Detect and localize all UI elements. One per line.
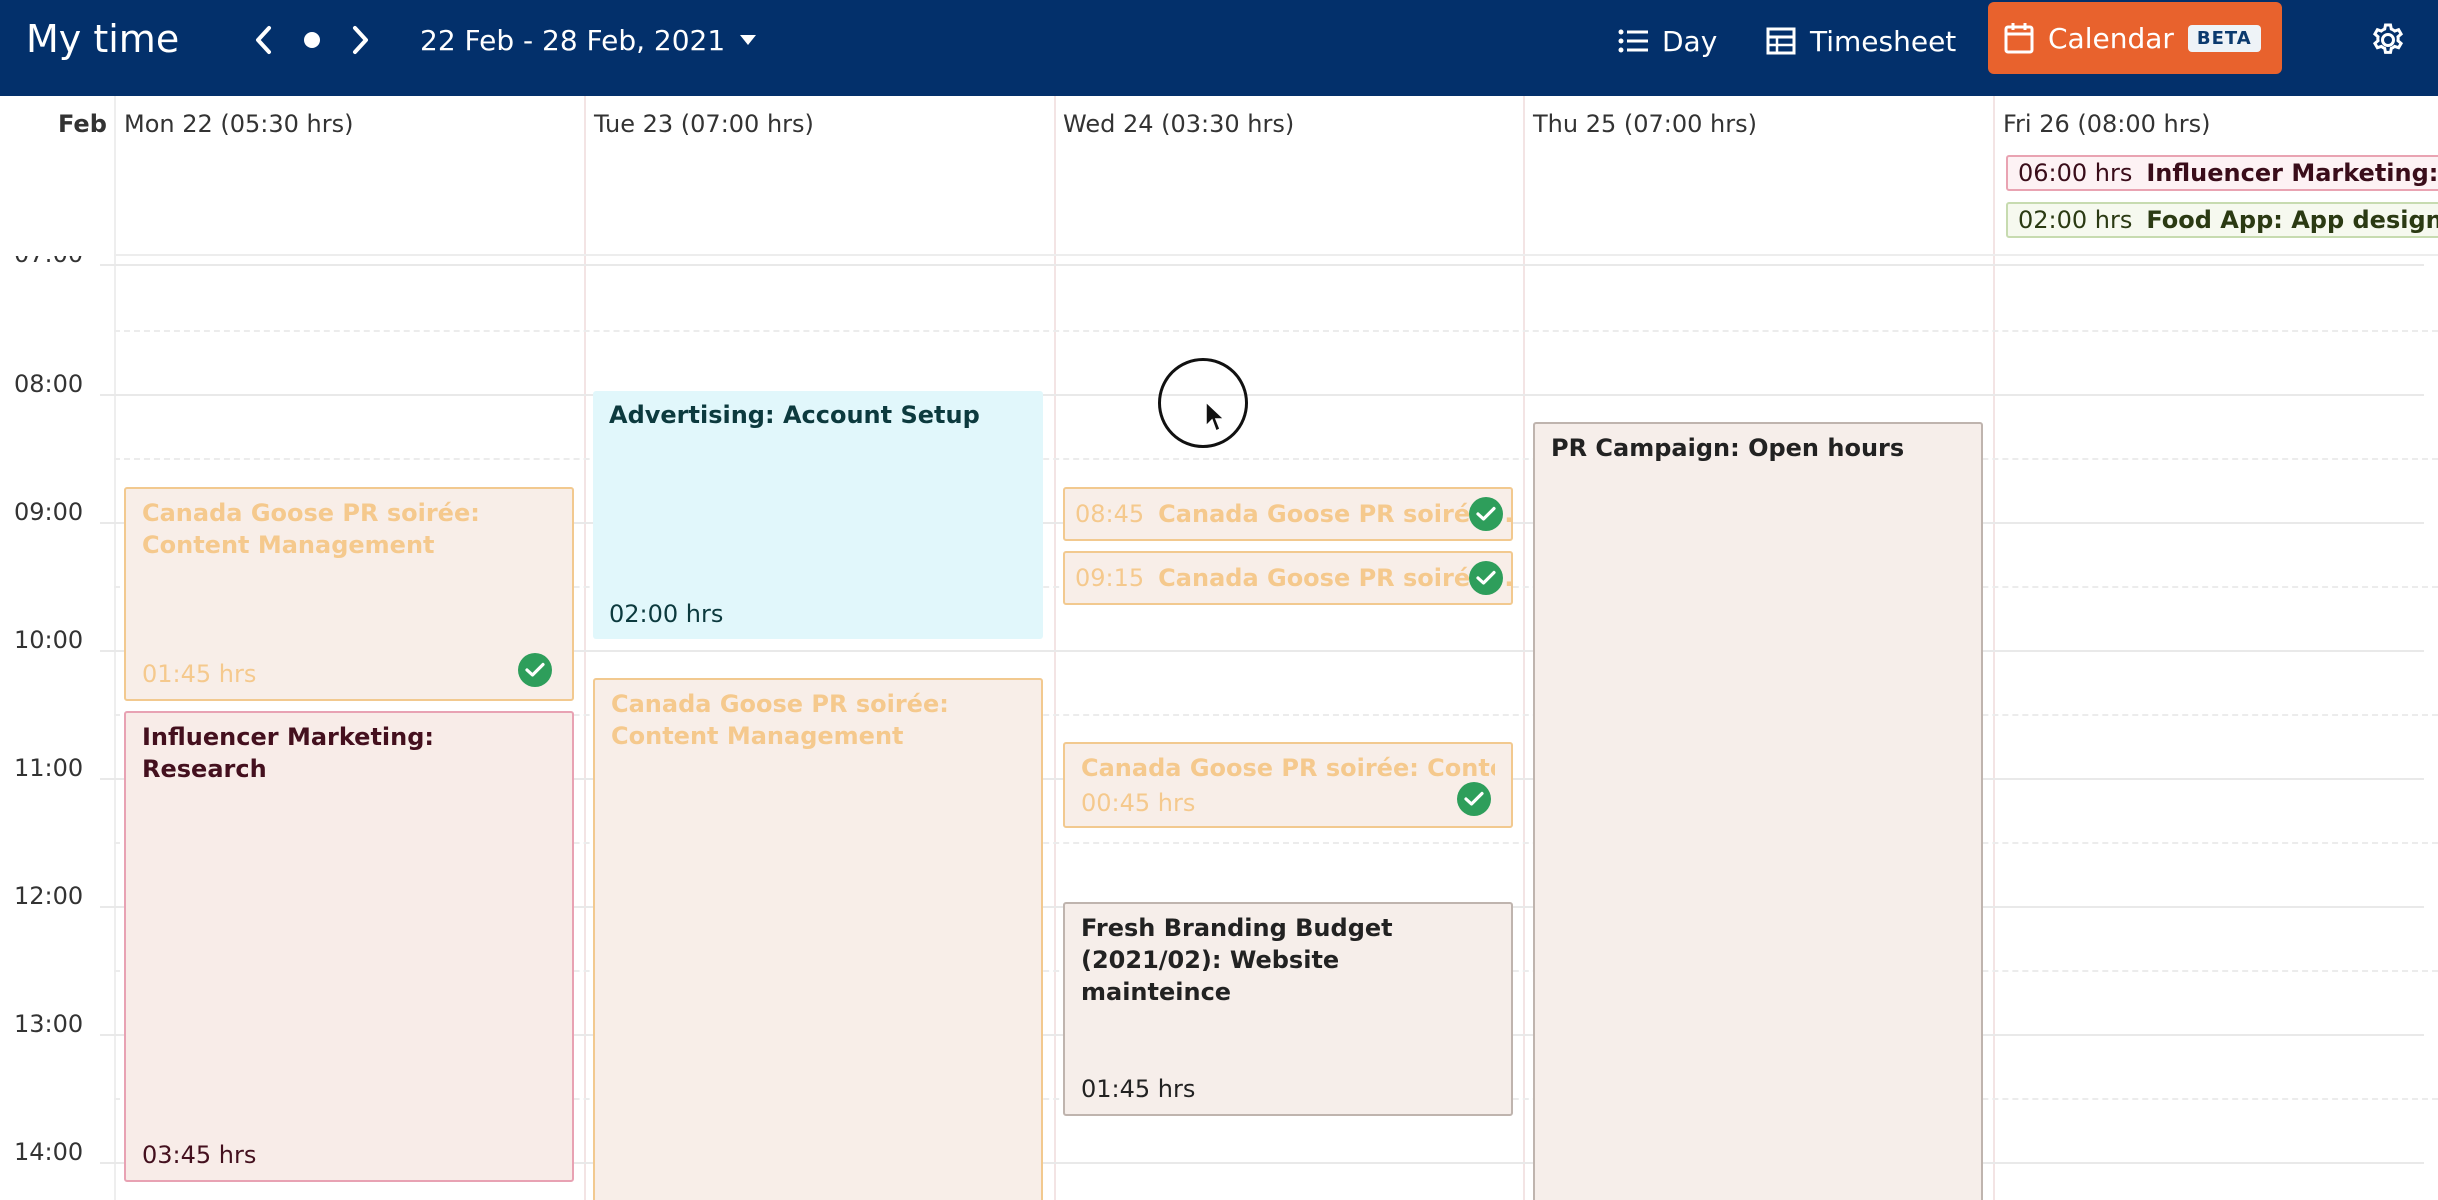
event-duration: 01:45 hrs — [142, 660, 257, 688]
settings-button[interactable] — [2366, 18, 2410, 62]
previous-week-button[interactable] — [242, 18, 286, 62]
event-title: Canada Goose PR soirée: Content Manageme… — [611, 690, 949, 750]
page-title: My time — [26, 17, 180, 61]
all-day-event-hours: 06:00 hrs — [2018, 159, 2133, 187]
hour-line — [100, 264, 2424, 266]
dot-icon — [304, 32, 320, 48]
calendar-event[interactable]: Canada Goose PR soirée: Conte... 00:45 h… — [1063, 742, 1513, 828]
calendar-event[interactable]: Canada Goose PR soirée: Content Manageme… — [593, 678, 1043, 1200]
day-view-label: Day — [1662, 24, 1718, 58]
calendar-event[interactable]: Advertising: Account Setup 02:00 hrs — [593, 391, 1043, 639]
calendar-view-label: Calendar — [2048, 21, 2174, 55]
time-label: 07:00 — [14, 256, 83, 268]
calendar-event[interactable]: Influencer Marketing: Research 03:45 hrs — [124, 711, 574, 1182]
event-title: Canada Goose PR soirée: ... — [1158, 500, 1513, 528]
check-icon — [1469, 497, 1503, 531]
list-icon — [1618, 29, 1648, 53]
event-title: Canada Goose PR soirée: Content Manageme… — [142, 499, 480, 559]
all-day-event[interactable]: 06:00 hrs Influencer Marketing: ... — [2006, 155, 2438, 191]
event-start-time: 08:45 — [1075, 500, 1145, 528]
check-icon — [1469, 561, 1503, 595]
event-title: Advertising: Account Setup — [609, 401, 980, 429]
event-duration: 02:00 hrs — [609, 600, 724, 628]
time-label: 13:00 — [14, 1010, 84, 1038]
cursor-highlight — [1158, 358, 1248, 448]
table-icon — [1766, 27, 1796, 55]
day-header-mon[interactable]: Mon 22 (05:30 hrs) — [124, 110, 354, 138]
time-label: 08:00 — [14, 370, 84, 398]
mouse-pointer-icon — [1205, 401, 1226, 433]
event-title: Canada Goose PR soirée: Conte... — [1081, 754, 1495, 782]
timesheet-view-button[interactable]: Timesheet — [1766, 14, 1956, 68]
month-label: Feb — [58, 110, 107, 138]
event-duration: 01:45 hrs — [1081, 1075, 1196, 1103]
date-range-label: 22 Feb - 28 Feb, 2021 — [420, 23, 726, 57]
time-label: 12:00 — [14, 882, 84, 910]
gear-icon — [2372, 23, 2404, 54]
day-header-fri[interactable]: Fri 26 (08:00 hrs) — [2003, 110, 2211, 138]
event-title: PR Campaign: Open hours — [1551, 434, 1905, 462]
calendar-event[interactable]: Canada Goose PR soirée: Content Manageme… — [124, 487, 574, 701]
all-day-event-title: Food App: App design — [2146, 206, 2438, 234]
caret-down-icon — [740, 35, 757, 45]
hour-line — [100, 394, 2424, 396]
time-label: 14:00 — [14, 1138, 84, 1166]
all-day-event[interactable]: 02:00 hrs Food App: App design — [2006, 202, 2438, 238]
all-day-event-title: Influencer Marketing: ... — [2146, 159, 2438, 187]
event-title: Fresh Branding Budget (2021/02): Website… — [1081, 914, 1393, 1006]
time-label: 10:00 — [14, 626, 84, 654]
half-hour-line — [114, 458, 2438, 460]
half-hour-line — [114, 330, 2438, 332]
all-day-event-hours: 02:00 hrs — [2018, 206, 2133, 234]
event-duration: 03:45 hrs — [142, 1141, 257, 1169]
calendar-event[interactable]: 09:15 Canada Goose PR soirée: ... — [1063, 551, 1513, 605]
chevron-right-icon — [353, 26, 368, 54]
date-range-picker[interactable]: 22 Feb - 28 Feb, 2021 — [420, 20, 757, 60]
day-header-thu[interactable]: Thu 25 (07:00 hrs) — [1533, 110, 1757, 138]
calendar-icon — [2004, 23, 2034, 54]
time-label: 11:00 — [14, 754, 84, 782]
day-header-tue[interactable]: Tue 23 (07:00 hrs) — [594, 110, 814, 138]
event-duration: 00:45 hrs — [1081, 789, 1196, 817]
next-week-button[interactable] — [338, 18, 382, 62]
chevron-left-icon — [256, 26, 271, 54]
event-title: Canada Goose PR soirée: ... — [1158, 564, 1513, 592]
time-label: 09:00 — [14, 498, 84, 526]
event-title: Influencer Marketing: Research — [142, 723, 435, 783]
timesheet-view-label: Timesheet — [1810, 24, 1957, 58]
event-start-time: 09:15 — [1075, 564, 1145, 592]
check-icon — [518, 653, 552, 687]
check-icon — [1457, 782, 1491, 816]
top-bar: My time 22 Feb - 28 Feb, 2021 Day Timesh… — [0, 0, 2438, 96]
beta-badge: BETA — [2187, 24, 2261, 52]
day-header-wed[interactable]: Wed 24 (03:30 hrs) — [1063, 110, 1294, 138]
current-week-button[interactable] — [290, 18, 334, 62]
calendar-event[interactable]: PR Campaign: Open hours — [1533, 422, 1983, 1200]
day-view-button[interactable]: Day — [1618, 14, 1717, 68]
calendar-view-button[interactable]: Calendar BETA — [1988, 2, 2282, 74]
calendar-event[interactable]: Fresh Branding Budget (2021/02): Website… — [1063, 902, 1513, 1116]
calendar-event[interactable]: 08:45 Canada Goose PR soirée: ... — [1063, 487, 1513, 541]
